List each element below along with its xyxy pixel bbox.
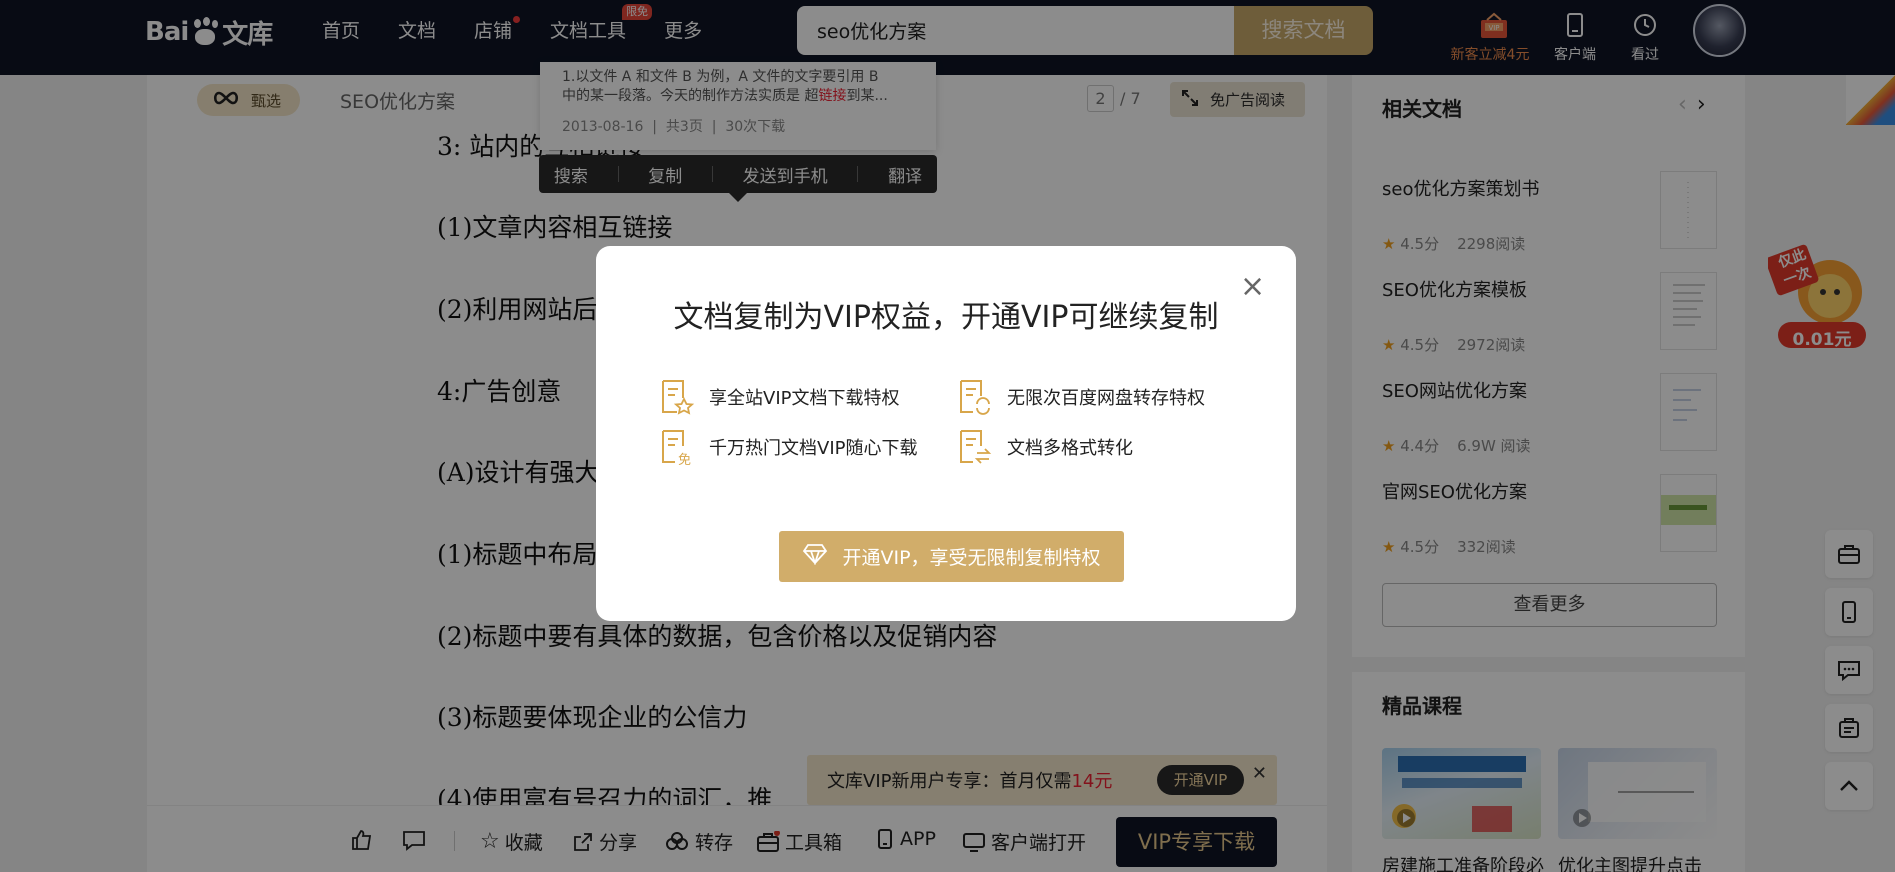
cta-label: 开通VIP，享受无限制复制特权: [842, 547, 1101, 569]
diamond-icon: [802, 543, 828, 570]
modal-title: 文档复制为VIP权益，开通VIP可继续复制: [673, 300, 1219, 335]
perk-item: 文档多格式转化: [955, 428, 1133, 466]
perk-label: 文档多格式转化: [1007, 438, 1133, 459]
doc-star-icon: [657, 378, 695, 416]
open-vip-cta-button[interactable]: 开通VIP，享受无限制复制特权: [779, 531, 1124, 582]
doc-convert-icon: [955, 428, 993, 466]
perk-item: 无限次百度网盘转存特权: [955, 378, 1205, 416]
doc-free-icon: 免: [657, 428, 695, 468]
svg-text:免: 免: [678, 453, 691, 466]
perk-item: 享全站VIP文档下载特权: [657, 378, 899, 416]
doc-sync-icon: [955, 378, 993, 416]
perk-item: 免 千万热门文档VIP随心下载: [657, 428, 918, 468]
perk-label: 享全站VIP文档下载特权: [709, 388, 900, 409]
perk-label: 千万热门文档VIP随心下载: [709, 438, 918, 459]
perk-label: 无限次百度网盘转存特权: [1007, 388, 1205, 409]
